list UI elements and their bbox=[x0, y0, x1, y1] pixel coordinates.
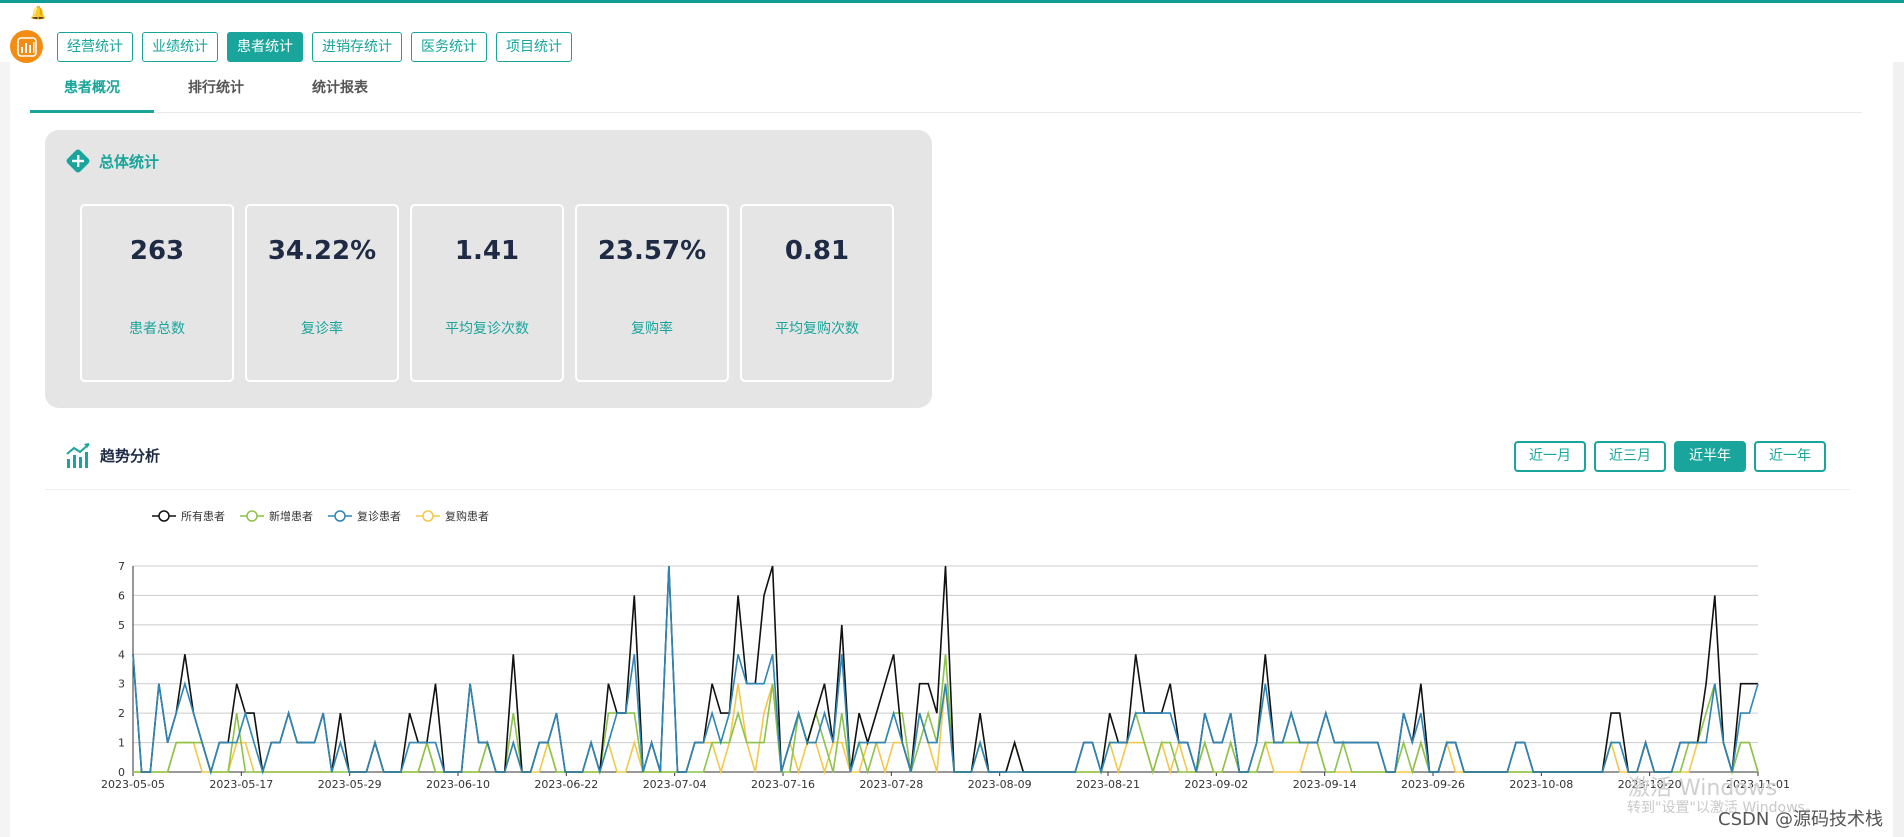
sub-tab-1[interactable]: 排行统计 bbox=[154, 68, 278, 113]
summary-title: 总体统计 bbox=[65, 148, 159, 174]
summary-panel: 总体统计 263 患者总数 34.22% 复诊率 1.41 平均复诊次数 23.57% 复购率… bbox=[45, 130, 932, 408]
trend-divider bbox=[45, 489, 1850, 490]
app-logo bbox=[10, 30, 43, 63]
summary-title-text: 总体统计 bbox=[99, 152, 160, 171]
range-button-1[interactable]: 近三月 bbox=[1594, 441, 1666, 472]
stat-card: 263 患者总数 bbox=[80, 204, 234, 382]
legend-label: 复诊患者 bbox=[357, 509, 401, 523]
stat-label: 平均复诊次数 bbox=[445, 321, 529, 337]
main-tab-0[interactable]: 经营统计 bbox=[57, 32, 133, 62]
stat-label: 复诊率 bbox=[301, 321, 343, 337]
y-tick-label: 4 bbox=[118, 648, 125, 661]
x-tick-label: 2023-09-26 bbox=[1401, 778, 1465, 791]
source-watermark: CSDN @源码技术栈 bbox=[1718, 809, 1884, 830]
y-tick-label: 3 bbox=[118, 678, 125, 691]
x-tick-label: 2023-07-28 bbox=[859, 778, 923, 791]
x-tick-label: 2023-07-04 bbox=[643, 778, 707, 791]
sub-tabs: 患者概况 排行统计 统计报表 bbox=[30, 68, 1862, 113]
range-button-3[interactable]: 近一年 bbox=[1754, 441, 1826, 472]
stat-label: 复购率 bbox=[631, 321, 673, 337]
plus-diamond-icon bbox=[66, 149, 90, 173]
y-tick-label: 5 bbox=[118, 619, 125, 632]
legend-marker bbox=[334, 510, 346, 522]
x-tick-label: 2023-08-09 bbox=[968, 778, 1032, 791]
main-tab-3[interactable]: 进销存统计 bbox=[312, 32, 402, 62]
y-tick-label: 6 bbox=[118, 589, 125, 602]
x-tick-label: 2023-05-29 bbox=[318, 778, 382, 791]
x-tick-label: 2023-07-16 bbox=[751, 778, 815, 791]
sub-tab-2[interactable]: 统计报表 bbox=[278, 68, 402, 113]
top-accent-bar bbox=[0, 0, 1904, 3]
stat-value: 263 bbox=[129, 236, 185, 266]
x-tick-label: 2023-06-22 bbox=[534, 778, 598, 791]
range-button-2[interactable]: 近半年 bbox=[1674, 441, 1746, 472]
x-tick-label: 2023-09-14 bbox=[1293, 778, 1357, 791]
stat-label: 平均复购次数 bbox=[775, 321, 859, 337]
x-tick-label: 2023-06-10 bbox=[426, 778, 490, 791]
x-tick-label: 2023-09-02 bbox=[1184, 778, 1248, 791]
range-buttons: 近一月 近三月 近半年 近一年 bbox=[1514, 441, 1826, 472]
sub-tab-0[interactable]: 患者概况 bbox=[30, 68, 154, 113]
trend-title-text: 趋势分析 bbox=[100, 447, 161, 465]
summary-cards: 263 患者总数 34.22% 复诊率 1.41 平均复诊次数 23.57% 复购率 0.81 平… bbox=[80, 204, 894, 382]
x-tick-label: 2023-05-17 bbox=[209, 778, 273, 791]
main-tab-4[interactable]: 医务统计 bbox=[411, 32, 487, 62]
stat-value: 0.81 bbox=[784, 236, 850, 266]
series-line-3 bbox=[133, 683, 1759, 775]
stat-card: 23.57% 复购率 bbox=[575, 204, 729, 382]
legend-marker bbox=[158, 510, 170, 522]
legend-label: 复购患者 bbox=[445, 509, 489, 523]
legend-marker bbox=[422, 510, 434, 522]
x-tick-label: 2023-10-08 bbox=[1509, 778, 1573, 791]
legend-label: 所有患者 bbox=[181, 509, 225, 523]
main-tab-2[interactable]: 患者统计 bbox=[227, 32, 303, 62]
chart-icon bbox=[17, 37, 37, 57]
stat-value: 23.57% bbox=[597, 236, 707, 266]
y-tick-label: 2 bbox=[118, 707, 125, 720]
series-line-2 bbox=[132, 565, 1759, 775]
stat-value: 34.22% bbox=[267, 236, 377, 266]
main-tab-1[interactable]: 业绩统计 bbox=[142, 32, 218, 62]
trend-chart-icon bbox=[66, 443, 90, 468]
bell-icon[interactable]: 🔔 bbox=[30, 7, 46, 21]
y-tick-label: 7 bbox=[118, 560, 125, 573]
main-nav-tabs: 经营统计 业绩统计 患者统计 进销存统计 医务统计 项目统计 bbox=[57, 32, 572, 62]
legend-marker bbox=[246, 510, 258, 522]
main-tab-5[interactable]: 项目统计 bbox=[496, 32, 572, 62]
legend-label: 新增患者 bbox=[269, 509, 313, 523]
x-tick-label: 2023-05-05 bbox=[101, 778, 165, 791]
y-tick-label: 1 bbox=[118, 737, 125, 750]
series-line-0 bbox=[132, 565, 1758, 775]
stat-value: 1.41 bbox=[454, 236, 520, 266]
trend-line-chart: 012345672023-05-05 2023-05-17 2023-05-29 20… bbox=[101, 509, 1790, 791]
stat-card: 0.81 平均复购次数 bbox=[740, 204, 894, 382]
stat-card: 1.41 平均复诊次数 bbox=[410, 204, 564, 382]
stat-label: 患者总数 bbox=[129, 321, 185, 337]
stat-card: 34.22% 复诊率 bbox=[245, 204, 399, 382]
trend-title: 趋势分析 bbox=[65, 442, 160, 469]
range-button-0[interactable]: 近一月 bbox=[1514, 441, 1586, 472]
x-tick-label: 2023-08-21 bbox=[1076, 778, 1140, 791]
